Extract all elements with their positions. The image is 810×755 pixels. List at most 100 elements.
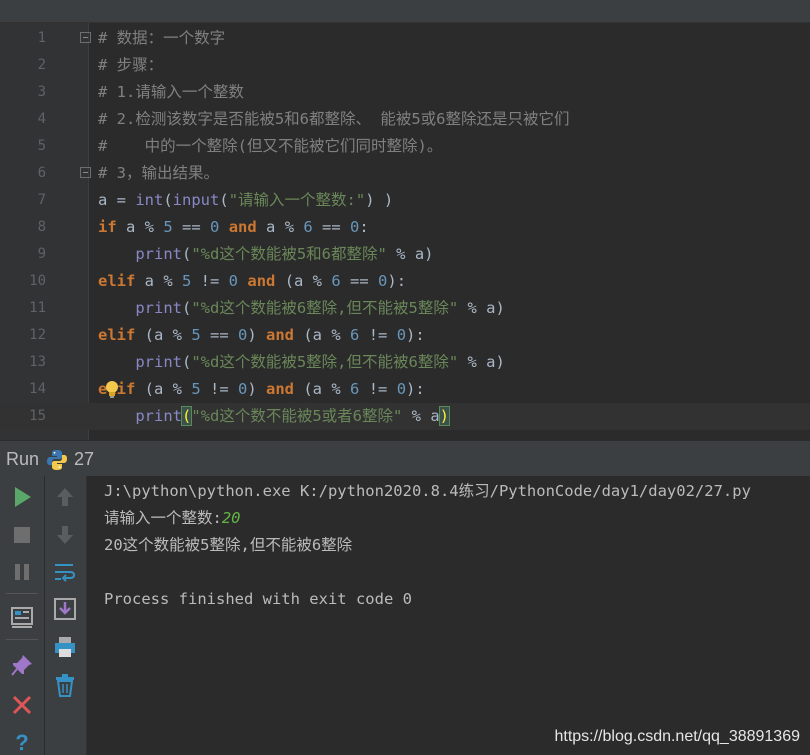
code-token: "请输入一个整数:" [228,191,366,209]
code-token: 0 [228,272,239,290]
code-line[interactable]: 12 elif (a % 5 == 0) and (a % 6 != 0): [0,322,810,349]
run-toolbar-right [45,476,87,755]
code-token: print [135,245,182,263]
code-token: print [135,353,182,371]
code-token: input [172,191,220,209]
code-token: # 2.检测该数字是否能被5和6都整除、 能被5或6整除还是只被它们 [98,110,570,128]
code-line[interactable]: 8 if a % 5 == 0 and a % 6 == 0: [0,214,810,241]
arrow-down-icon[interactable] [52,522,78,548]
console-prompt-line: 请输入一个整数:20 [104,508,241,528]
stop-icon[interactable] [9,522,35,548]
code-line[interactable]: 1 # 数据：一个数字 [0,25,810,52]
help-icon[interactable]: ? [9,728,35,754]
line-number: 8 [37,219,46,235]
code-line[interactable]: 14 elif (a % 5 != 0) and (a % 6 != 0): [0,376,810,403]
code-text: # 2.检测该数字是否能被5和6都整除、 能被5或6整除还是只被它们 [98,106,570,133]
code-line[interactable]: 6 # 3，输出结果。 [0,160,810,187]
code-text: if a % 5 == 0 and a % 6 == 0: [98,214,369,241]
code-line[interactable]: 9 print("%d这个数能被5和6都整除" % a) [0,241,810,268]
code-line[interactable]: 10 elif a % 5 != 0 and (a % 6 == 0): [0,268,810,295]
code-text: # 3，输出结果。 [98,160,219,187]
code-text: elif (a % 5 == 0) and (a % 6 != 0): [98,322,425,349]
code-line[interactable]: 15 print("%d这个数不能被5或者6整除" % a) [0,403,810,430]
code-token: "%d这个数不能被5或者6整除" [191,407,403,425]
code-token: : [359,218,369,236]
code-token: "%d这个数能被5和6都整除" [191,245,387,263]
code-token: "%d这个数能被6整除,但不能被5整除" [191,299,459,317]
code-token: 5 [191,380,201,398]
code-token: == [172,218,211,236]
code-line[interactable]: 7a = int(input("请输入一个整数:") ) [0,187,810,214]
run-config-name[interactable]: 27 [74,449,94,470]
trash-icon[interactable] [52,672,78,698]
code-text: print("%d这个数不能被5或者6整除" % a) [98,403,451,430]
code-line[interactable]: 11 print("%d这个数能被6整除,但不能被5整除" % a) [0,295,810,322]
code-token: 6 [350,326,360,344]
line-number: 6 [37,165,46,181]
pin-icon[interactable] [9,652,35,678]
code-line[interactable]: 3 # 1.请输入一个整数 [0,79,810,106]
scroll-to-end-icon[interactable] [52,596,78,622]
code-token: % a) [458,353,505,371]
code-token: != [359,380,397,398]
arrow-up-icon[interactable] [52,484,78,510]
code-token: and [266,380,295,398]
line-number: 4 [37,111,46,127]
code-token: and [228,218,257,236]
rerun-icon[interactable] [9,484,35,510]
code-token: print [135,407,182,425]
code-token: a = [98,191,136,209]
line-number: 2 [37,57,46,73]
line-number: 14 [29,381,46,397]
code-token: ( [182,245,192,263]
code-token: % a [402,407,440,425]
code-token: 0 [238,380,248,398]
code-text: # 步骤： [98,52,163,79]
code-token: 5 [191,326,201,344]
console-user-input: 20 [221,509,241,527]
code-text: elif a % 5 != 0 and (a % 6 == 0): [98,268,406,295]
code-editor[interactable]: 1 # 数据：一个数字 2 # 步骤： 3 # 1.请输入一个整数 4 # 2.检测该数字是否… [0,23,810,440]
code-token: and [247,272,276,290]
code-token: ): [387,272,407,290]
line-number: 1 [37,30,46,46]
lightbulb-icon[interactable] [104,380,120,399]
code-token: ): [406,326,425,344]
run-toolbar-left: ? [0,476,45,755]
code-line[interactable]: 5 # 中的一个整除(但又不能被它们同时整除)。 [0,133,810,160]
print-icon[interactable] [52,634,78,660]
code-token: a % [135,272,182,290]
code-line[interactable]: 2 # 步骤： [0,52,810,79]
watermark-text: https://blog.csdn.net/qq_38891369 [554,728,800,745]
restore-layout-icon[interactable] [9,604,35,630]
pause-icon[interactable] [9,559,35,585]
code-token: int [135,191,164,209]
run-console-output[interactable]: J:\python\python.exe K:/python2020.8.4练习… [87,476,810,755]
code-token: (a % [294,380,351,398]
run-tab-label[interactable]: Run [6,449,39,470]
code-line[interactable]: 13 print("%d这个数能被5整除,但不能被6整除" % a) [0,349,810,376]
code-token: == [340,272,379,290]
python-icon [47,450,67,470]
close-icon[interactable] [9,692,35,718]
code-text: print("%d这个数能被5和6都整除" % a) [98,241,434,268]
code-token: (a % [294,326,351,344]
console-result-line: 20这个数能被5整除,但不能被6整除 [104,536,353,554]
code-token: # 3，输出结果。 [98,164,219,182]
code-token: % a) [458,299,505,317]
code-line[interactable]: 4 # 2.检测该数字是否能被5和6都整除、 能被5或6整除还是只被它们 [0,106,810,133]
code-token: 0 [396,380,407,398]
code-token: == [200,326,238,344]
code-token: print [135,299,182,317]
editor-top-bar [0,0,810,23]
line-number: 5 [37,138,46,154]
line-number: 9 [37,246,46,262]
code-token: % a) [386,245,434,263]
fold-marker-icon[interactable] [80,167,91,178]
soft-wrap-icon[interactable] [52,559,78,585]
fold-marker-icon[interactable] [80,32,91,43]
code-text: a = int(input("请输入一个整数:") ) [98,187,393,214]
code-token: != [359,326,397,344]
code-text: elif (a % 5 != 0) and (a % 6 != 0): [98,376,425,403]
line-number: 13 [29,354,46,370]
